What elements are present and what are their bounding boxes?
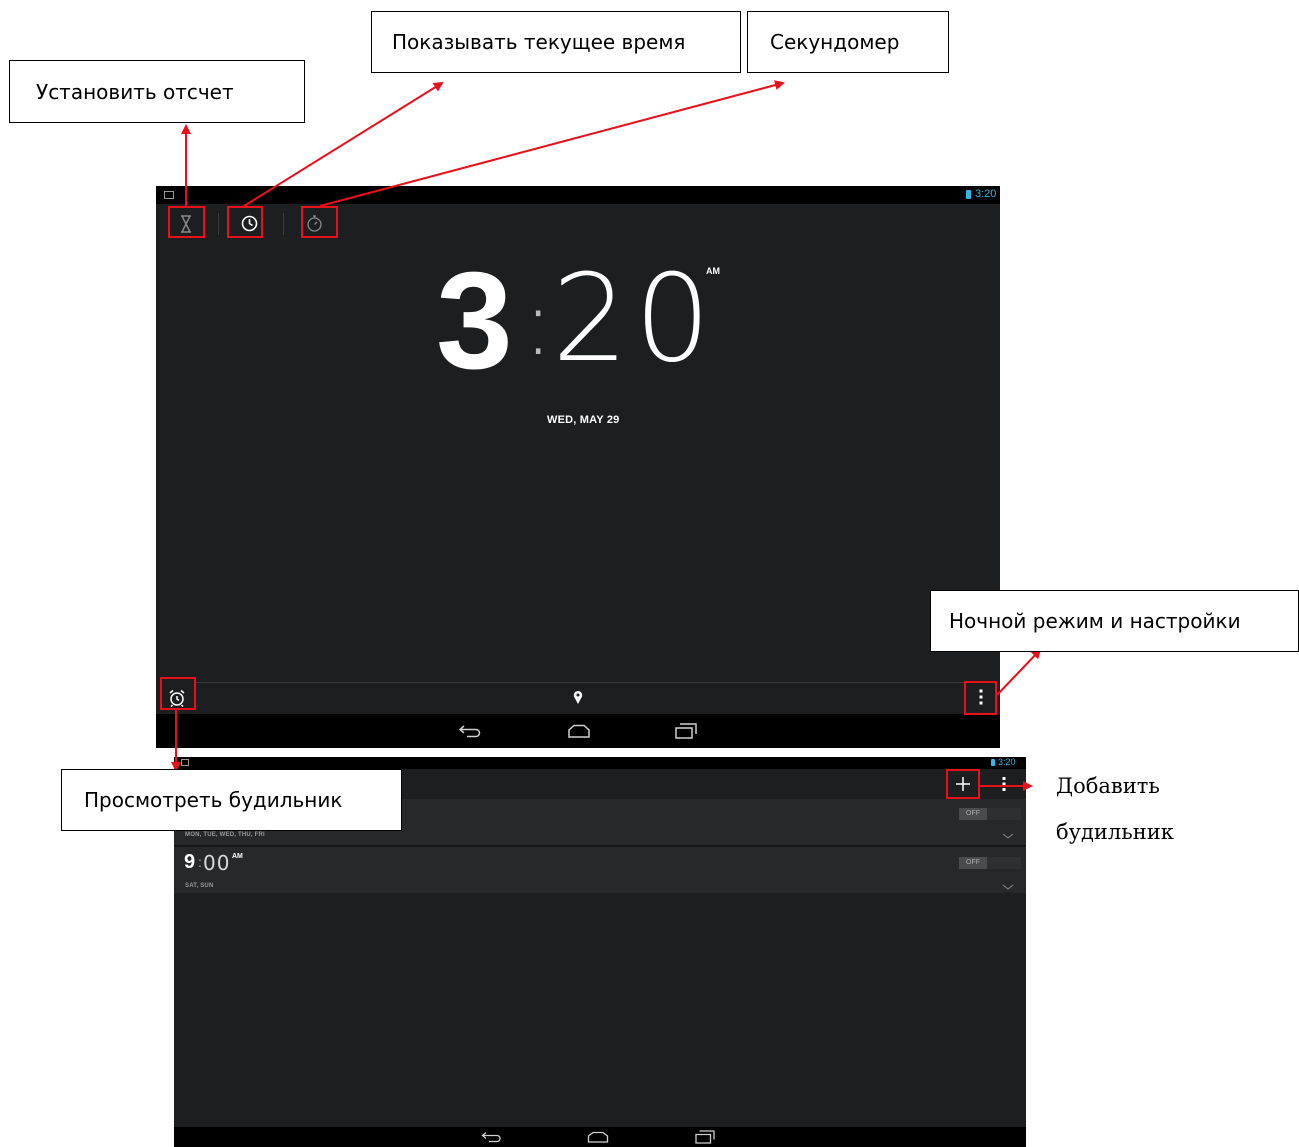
annotation-arrows bbox=[171, 80, 1042, 791]
callout-add-alarm-line1: Добавить bbox=[1056, 774, 1160, 798]
callout-show-time: Показывать текущее время bbox=[371, 11, 741, 73]
callout-add-alarm-line2: будильник bbox=[1056, 820, 1174, 844]
callout-set-timer: Установить отсчет bbox=[9, 60, 305, 123]
arrow-to-stopwatch bbox=[319, 80, 785, 207]
callout-view-alarms: Просмотреть будильник bbox=[61, 769, 402, 831]
callout-stopwatch: Секундомер bbox=[747, 11, 949, 73]
arrow-to-night-mode bbox=[996, 648, 1042, 696]
callout-night-mode: Ночной режим и настройки bbox=[930, 590, 1299, 652]
